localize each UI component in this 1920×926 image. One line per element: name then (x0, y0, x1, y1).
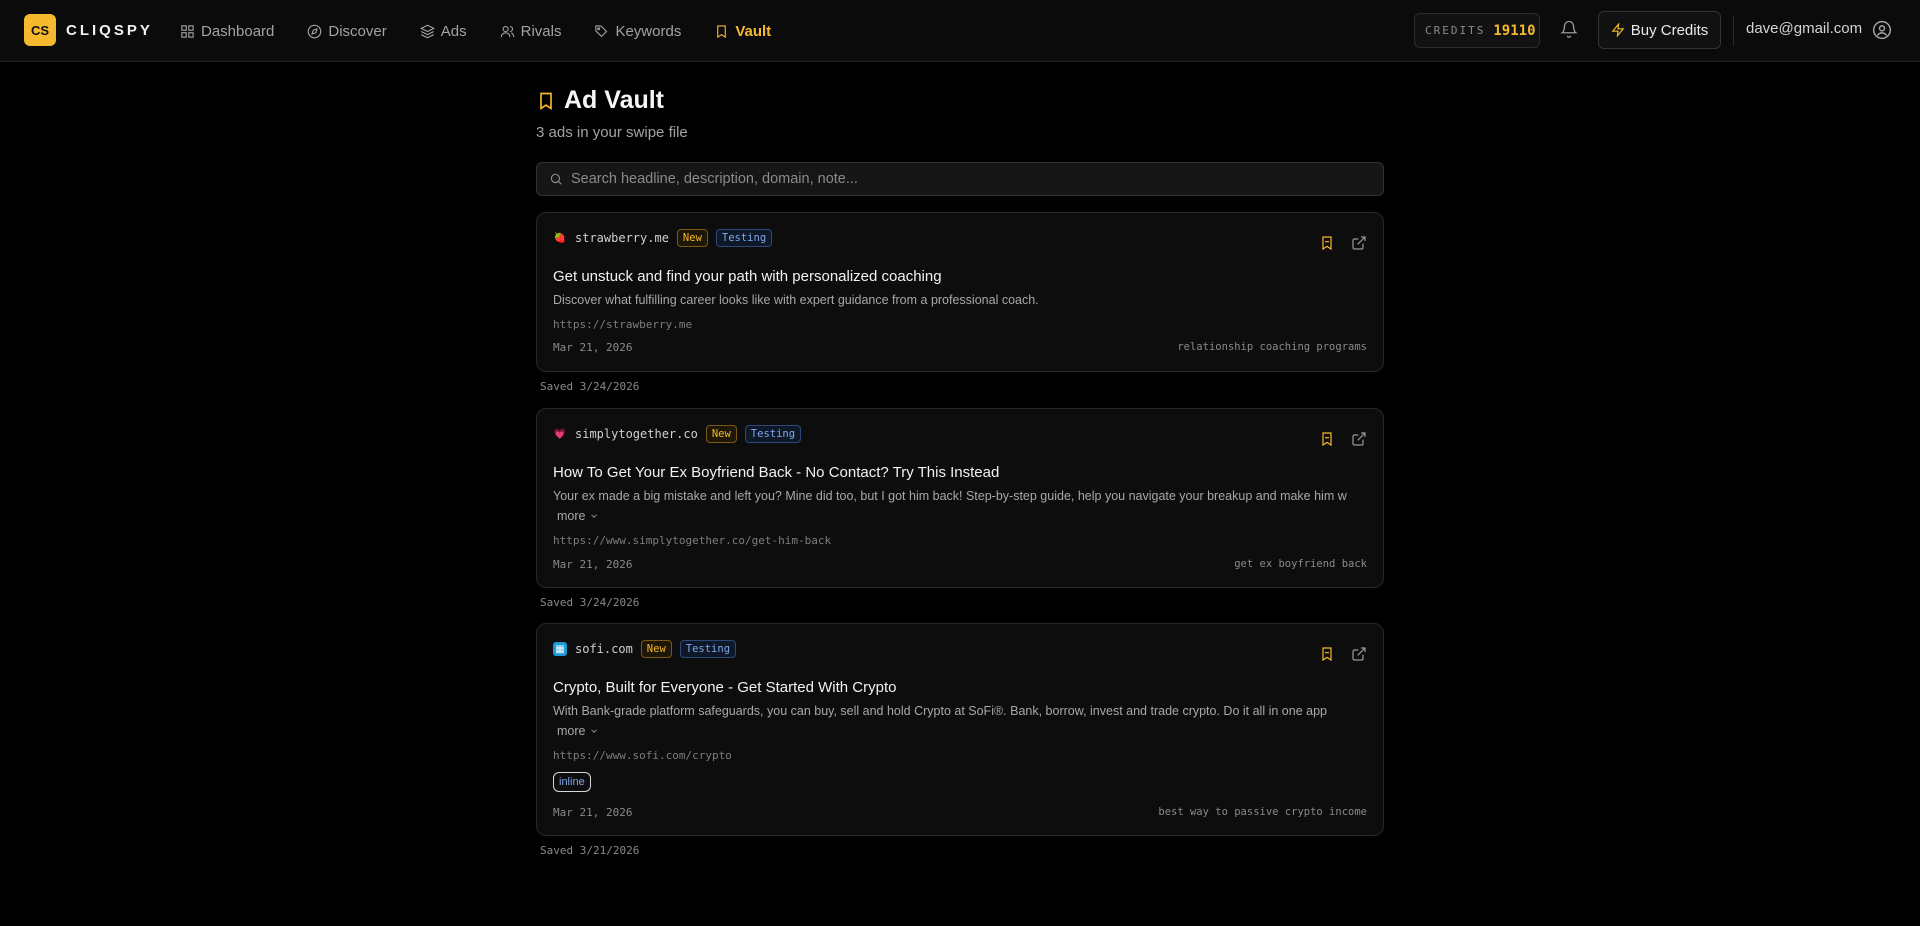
ad-headline[interactable]: How To Get Your Ex Boyfriend Back - No C… (553, 464, 999, 481)
ad-url[interactable]: https://strawberry.me (553, 318, 692, 331)
bookmark-saved-icon[interactable] (1319, 235, 1335, 251)
more-toggle[interactable]: more (557, 509, 599, 523)
ad-date: Mar 21, 2026 (553, 806, 633, 819)
external-link-icon[interactable] (1351, 646, 1367, 662)
search-icon (550, 173, 562, 185)
ad-card-header: 💗 simplytogether.co New Testing (553, 425, 802, 443)
ad-card-actions (1319, 646, 1367, 662)
bookmark-saved-icon[interactable] (1319, 431, 1335, 447)
testing-badge: Testing (744, 425, 802, 443)
layers-icon (419, 24, 435, 38)
ad-url[interactable]: https://www.simplytogether.co/get-him-ba… (553, 534, 831, 547)
nav-label-vault: Vault (735, 22, 772, 40)
ad-headline[interactable]: Get unstuck and find your path with pers… (553, 268, 942, 285)
chevron-down-icon (591, 514, 598, 518)
chevron-down-icon (591, 729, 598, 733)
user-circle-icon[interactable] (1872, 20, 1892, 40)
more-toggle[interactable]: more (557, 724, 599, 738)
page-header: Ad Vault (536, 86, 664, 115)
search-input[interactable] (571, 171, 1351, 187)
bookmark-saved-icon[interactable] (1319, 646, 1335, 662)
external-link-icon[interactable] (1351, 235, 1367, 251)
testing-badge: Testing (679, 640, 737, 658)
nav-item-dashboard[interactable]: Dashboard (180, 0, 290, 62)
brand-name: CLIQSPY (66, 21, 153, 39)
main-nav: Dashboard Discover Ads Rivals Keywords V… (180, 0, 804, 62)
testing-badge: Testing (715, 229, 773, 247)
credits-display: CREDITS 19110 (1414, 13, 1540, 48)
ad-description: With Bank-grade platform safeguards, you… (553, 704, 1327, 718)
top-navigation-bar: CS CLIQSPY Dashboard Discover Ads Rivals… (0, 0, 1920, 62)
ad-card-actions (1319, 235, 1367, 251)
ad-keyword: get ex boyfriend back (1234, 558, 1367, 570)
bookmark-icon (540, 92, 552, 110)
nav-item-ads[interactable]: Ads (419, 0, 483, 62)
ad-url[interactable]: https://www.sofi.com/crypto (553, 749, 732, 762)
ad-keyword: best way to passive crypto income (1158, 806, 1367, 818)
ad-keyword: relationship coaching programs (1177, 341, 1367, 353)
users-icon (500, 25, 514, 37)
new-badge: New (640, 640, 672, 658)
ad-date: Mar 21, 2026 (553, 558, 633, 571)
ad-card-actions (1319, 431, 1367, 447)
site-favicon: ▦ (553, 642, 567, 656)
buy-credits-button[interactable]: Buy Credits (1598, 11, 1721, 49)
ad-card: 🍓 strawberry.me New Testing Get unstuck … (536, 212, 1384, 372)
more-label: more (557, 509, 586, 523)
nav-item-vault[interactable]: Vault (714, 0, 787, 62)
logo-badge: CS (24, 14, 56, 46)
site-favicon: 🍓 (553, 232, 567, 244)
ad-headline[interactable]: Crypto, Built for Everyone - Get Started… (553, 679, 896, 696)
header-divider (1733, 16, 1734, 46)
lightning-icon (1611, 23, 1625, 37)
ad-card: 💗 simplytogether.co New Testing How To G… (536, 408, 1384, 588)
ad-description: Your ex made a big mistake and left you?… (553, 489, 1347, 503)
user-email[interactable]: dave@gmail.com (1746, 20, 1862, 37)
nav-label-keywords: Keywords (615, 22, 682, 40)
ad-domain[interactable]: simplytogether.co (575, 427, 698, 441)
ad-card-header: ▦ sofi.com New Testing (553, 640, 737, 658)
page-subtitle: 3 ads in your swipe file (536, 124, 688, 141)
tag-icon (595, 24, 608, 37)
ad-description: Discover what fulfilling career looks li… (553, 293, 1039, 307)
compass-icon (308, 24, 322, 38)
nav-label-discover: Discover (328, 22, 387, 40)
nav-item-rivals[interactable]: Rivals (500, 0, 578, 62)
credits-label: CREDITS (1425, 24, 1486, 37)
nav-label-dashboard: Dashboard (201, 22, 275, 40)
more-label: more (557, 724, 586, 738)
saved-date: Saved 3/24/2026 (540, 380, 640, 393)
saved-date: Saved 3/21/2026 (540, 844, 640, 857)
saved-date: Saved 3/24/2026 (540, 596, 640, 609)
nav-item-keywords[interactable]: Keywords (594, 0, 697, 62)
buy-credits-label: Buy Credits (1630, 21, 1709, 39)
nav-label-ads: Ads (440, 22, 467, 40)
new-badge: New (705, 425, 737, 443)
new-badge: New (676, 229, 708, 247)
site-favicon: 💗 (553, 428, 567, 440)
bookmark-icon (717, 24, 727, 38)
external-link-icon[interactable] (1351, 431, 1367, 447)
ad-card: ▦ sofi.com New Testing Crypto, Built for… (536, 623, 1384, 836)
bell-icon[interactable] (1560, 20, 1578, 38)
nav-label-rivals: Rivals (520, 22, 562, 40)
ad-domain[interactable]: strawberry.me (575, 231, 669, 245)
ad-domain[interactable]: sofi.com (575, 642, 633, 656)
ad-tag[interactable]: inline (553, 772, 591, 792)
ad-date: Mar 21, 2026 (553, 341, 633, 354)
ad-card-header: 🍓 strawberry.me New Testing (553, 229, 773, 247)
search-bar (536, 162, 1384, 196)
nav-item-discover[interactable]: Discover (307, 0, 402, 62)
credits-value: 19110 (1493, 22, 1536, 39)
brand-logo[interactable]: CS CLIQSPY (24, 14, 153, 46)
dashboard-icon (181, 24, 194, 38)
page-title: Ad Vault (564, 86, 665, 114)
